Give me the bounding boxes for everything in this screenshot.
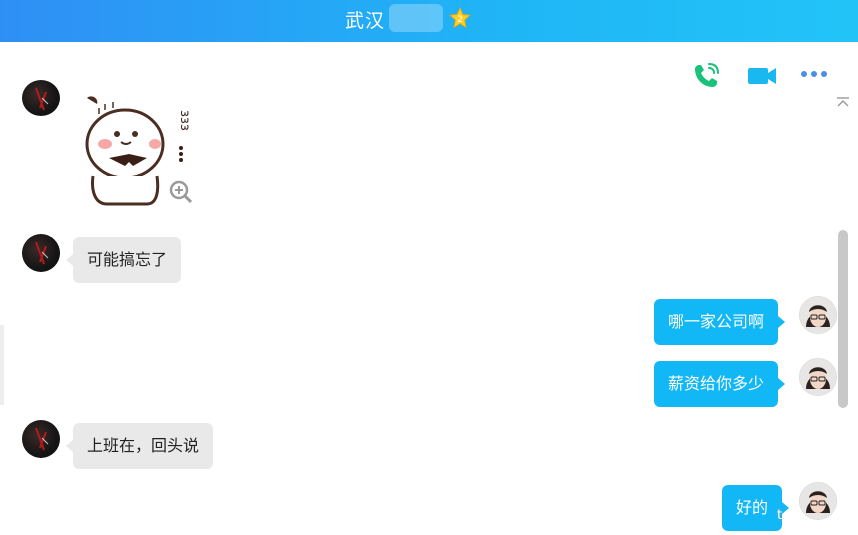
my-avatar[interactable] — [799, 358, 837, 396]
message-bubble-received[interactable]: 可能搞忘了 — [65, 237, 182, 283]
message-bubble-sent[interactable]: 哪一家公司啊 — [654, 299, 786, 345]
title-redaction — [389, 4, 443, 32]
phone-icon[interactable] — [690, 60, 722, 92]
message-bubble-sent[interactable]: 薪资给你多少 — [654, 361, 786, 407]
message-text: 上班在，回头说 — [87, 436, 200, 455]
contact-avatar[interactable] — [22, 420, 60, 458]
side-divider — [0, 325, 4, 405]
title-bar: 武汉 2 — [0, 0, 858, 42]
vip-badge-icon: 2 — [449, 7, 471, 29]
sticker-image[interactable]: ɜɜɜ — [73, 96, 197, 208]
message-text: 好的 — [736, 498, 769, 517]
contact-avatar[interactable] — [22, 234, 60, 272]
chat-scrollbar[interactable] — [838, 230, 848, 408]
chat-title: 武汉 — [345, 10, 386, 32]
collapse-panel-icon[interactable] — [835, 96, 851, 108]
watermark-text: t — [777, 508, 783, 523]
message-text: 哪一家公司啊 — [668, 312, 765, 331]
more-dots-icon[interactable] — [798, 60, 830, 92]
message-bubble-received[interactable]: 上班在，回头说 — [65, 423, 214, 469]
my-avatar[interactable] — [799, 296, 837, 334]
message-text: 可能搞忘了 — [87, 250, 168, 269]
svg-text:2: 2 — [457, 15, 463, 25]
svg-text:ɜɜɜ: ɜɜɜ — [177, 110, 192, 131]
contact-avatar[interactable] — [22, 80, 60, 116]
my-avatar[interactable] — [799, 482, 837, 520]
message-text: 薪资给你多少 — [668, 374, 765, 393]
video-camera-icon[interactable] — [746, 60, 778, 92]
message-bubble-sent[interactable]: 好的 — [722, 485, 790, 531]
